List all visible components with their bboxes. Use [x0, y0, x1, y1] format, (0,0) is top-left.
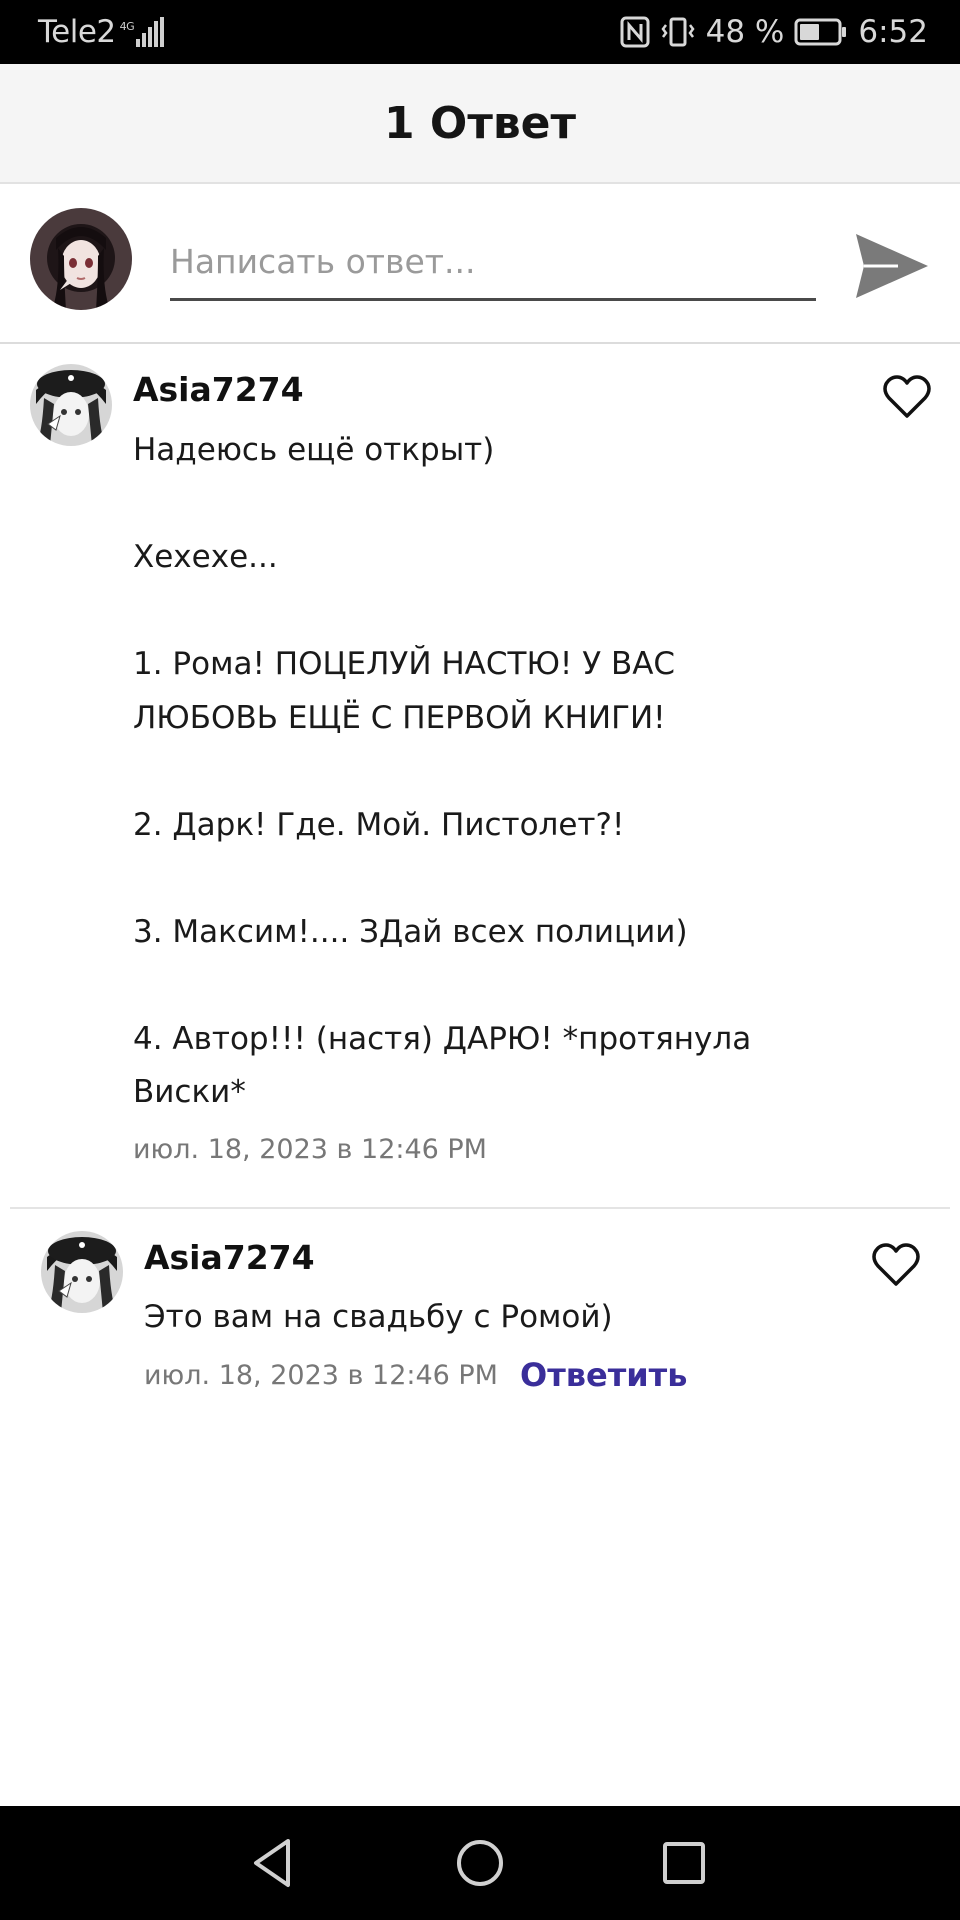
- avatar-image: [30, 208, 132, 310]
- vibrate-icon: [661, 17, 695, 47]
- comment-username[interactable]: Asia7274: [133, 370, 304, 409]
- home-circle-icon[interactable]: [450, 1833, 510, 1893]
- signal-icon: [136, 17, 165, 47]
- avatar-image: [30, 364, 112, 446]
- comment-username[interactable]: Asia7274: [144, 1238, 315, 1277]
- current-user-avatar[interactable]: [30, 208, 132, 310]
- battery-percent: 48 %: [705, 14, 785, 50]
- recents-square-icon[interactable]: [654, 1833, 714, 1893]
- battery-icon: [794, 18, 847, 46]
- carrier-name: Tele2: [38, 14, 116, 50]
- comment-text: Надеюсь ещё открыт) Хехехе... 1. Рома! П…: [133, 432, 752, 1110]
- status-right: 48 % 6:52: [620, 0, 928, 64]
- heart-outline-icon[interactable]: [871, 1242, 921, 1288]
- network-type: 4G: [119, 20, 135, 33]
- system-nav-bar: [0, 1806, 960, 1920]
- comment-avatar[interactable]: [30, 364, 112, 446]
- reply-input[interactable]: [170, 224, 816, 298]
- comment-timestamp: июл. 18, 2023 в 12:46 PM: [133, 1134, 487, 1165]
- avatar-image: [41, 1231, 123, 1313]
- reply-button[interactable]: Ответить: [520, 1356, 687, 1394]
- comment: Asia7274 Надеюсь ещё открыт) Хехехе... 1…: [0, 344, 960, 1204]
- comment-divider: [10, 1207, 950, 1209]
- send-icon[interactable]: [852, 226, 932, 306]
- heart-outline-icon[interactable]: [882, 374, 932, 420]
- back-triangle-icon[interactable]: [244, 1833, 304, 1893]
- nfc-icon: [620, 16, 650, 48]
- header: 1 Ответ: [0, 64, 960, 184]
- clock: 6:52: [858, 14, 928, 50]
- reply-composer: [0, 184, 960, 344]
- comment-reply: Asia7274 Это вам на свадьбу с Ромой) июл…: [0, 1212, 960, 1412]
- comment-timestamp: июл. 18, 2023 в 12:46 PM: [144, 1359, 498, 1391]
- comment-meta: июл. 18, 2023 в 12:46 PM: [133, 1134, 487, 1165]
- reply-input-wrapper: [170, 224, 816, 301]
- status-left: Tele2 4G: [38, 0, 165, 64]
- comment-text: Это вам на свадьбу с Ромой): [144, 1299, 613, 1335]
- status-bar: Tele2 4G 48 % 6:52: [0, 0, 960, 64]
- comment-avatar[interactable]: [41, 1231, 123, 1313]
- comment-meta: июл. 18, 2023 в 12:46 PM Ответить: [144, 1356, 687, 1394]
- page-title: 1 Ответ: [383, 97, 577, 149]
